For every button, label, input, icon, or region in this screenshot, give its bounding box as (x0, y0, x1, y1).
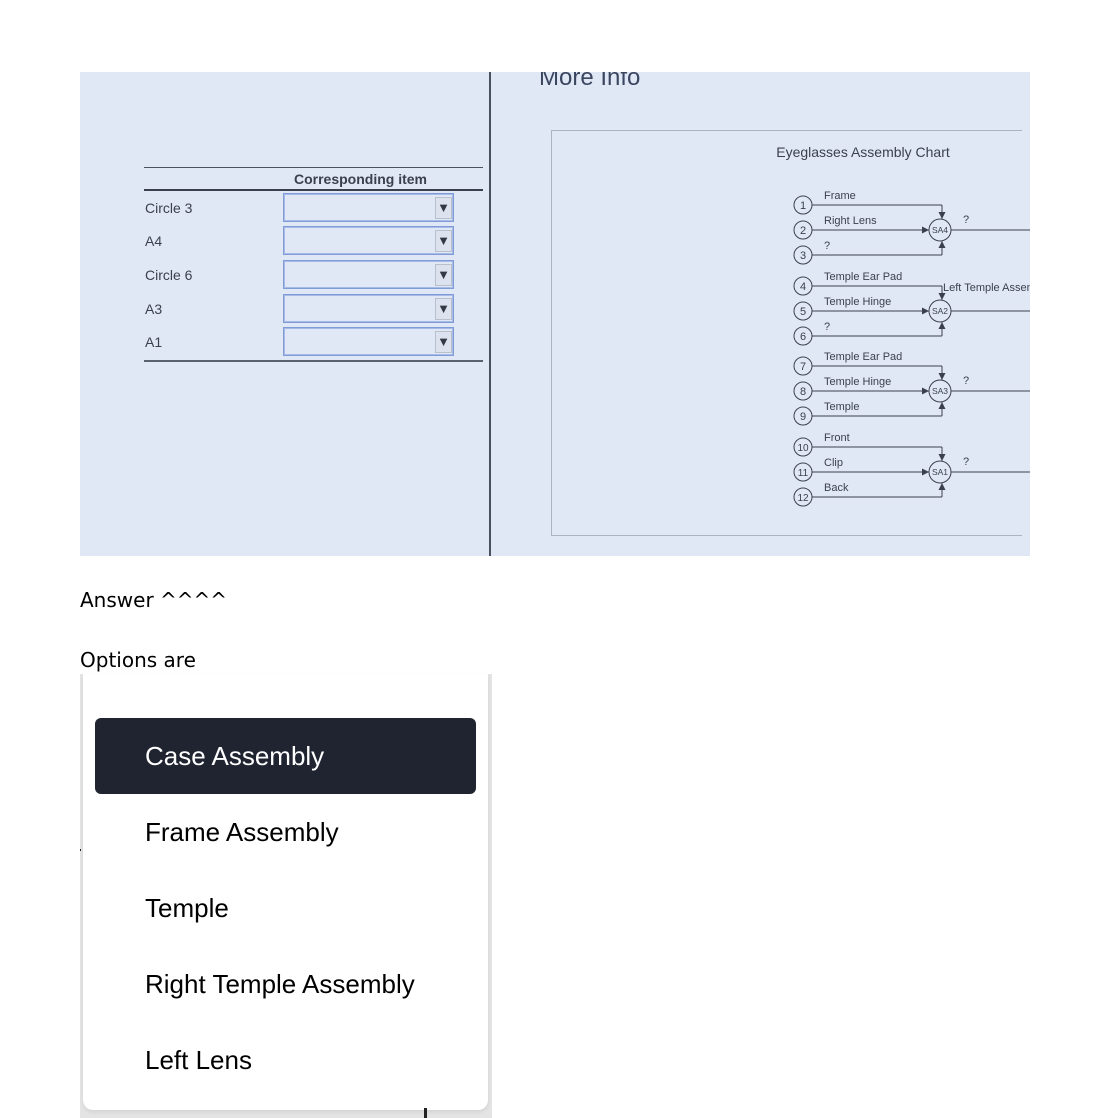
table-bottom-rule (144, 360, 483, 362)
row-label: Circle 3 (145, 200, 193, 216)
column-header: Corresponding item (294, 171, 428, 187)
option-item[interactable]: Frame Assembly (95, 794, 476, 870)
subassembly-output-label: ? (963, 456, 969, 468)
dropdown-arrow-icon[interactable]: ▼ (435, 298, 452, 320)
corresponding-item-select[interactable]: ▼ (283, 193, 454, 222)
input-label: Temple (824, 401, 859, 413)
subassembly-output-label: ? (963, 214, 969, 226)
input-label: Temple Hinge (824, 296, 891, 308)
subassembly-label: SA2 (932, 306, 948, 316)
dropdown-arrow-icon[interactable]: ▼ (435, 230, 452, 252)
row-label: A1 (145, 334, 163, 350)
table-top-rule (144, 167, 483, 168)
input-node-number: 5 (800, 306, 806, 318)
assembly-chart: Eyeglasses Assembly Chart 1 Frame 2 Right L… (776, 144, 1030, 507)
input-label: Right Lens (824, 215, 877, 227)
option-item[interactable]: Temple (95, 870, 476, 946)
input-label: Temple Ear Pad (824, 351, 902, 363)
table-row: Circle 3 ▼ (144, 192, 483, 225)
option-item[interactable]: Left Lens (95, 1022, 476, 1098)
corresponding-item-select[interactable]: ▼ (283, 260, 454, 289)
input-label: Clip (824, 457, 843, 469)
input-label: Front (824, 432, 850, 444)
input-label: ? (824, 321, 830, 333)
input-node-number: 3 (800, 250, 806, 262)
input-node-number: 1 (800, 200, 806, 212)
panel-divider[interactable] (489, 72, 491, 556)
input-node-number: 7 (800, 361, 806, 373)
question-panel: Corresponding item Circle 3 ▼ A4 ▼ Circl… (80, 72, 1030, 556)
row-label: A3 (145, 301, 163, 317)
header-rule (144, 189, 483, 191)
dropdown-arrow-icon[interactable]: ▼ (435, 197, 452, 219)
table-row: A1 ▼ (144, 326, 483, 359)
input-node-number: 11 (798, 468, 809, 479)
input-label: Temple Hinge (824, 376, 891, 388)
corresponding-item-select[interactable]: ▼ (283, 294, 454, 323)
input-node-number: 10 (797, 443, 809, 454)
table-row: Circle 6 ▼ (144, 259, 483, 292)
table-row: A3 ▼ (144, 293, 483, 326)
option-item[interactable]: Case Assembly (95, 718, 476, 794)
options-dropdown: Case Assembly Frame Assembly Temple Righ… (83, 674, 488, 1110)
answer-text: Answer ^^^^ (80, 588, 228, 612)
row-label: Circle 6 (145, 267, 193, 283)
input-label: Temple Ear Pad (824, 271, 902, 283)
dropdown-arrow-icon[interactable]: ▼ (435, 264, 452, 286)
subassembly-label: SA3 (932, 386, 948, 396)
input-node-number: 12 (797, 493, 809, 504)
corresponding-item-select[interactable]: ▼ (283, 327, 454, 356)
input-node-number: 8 (800, 386, 806, 398)
table-row: A4 ▼ (144, 225, 483, 258)
scroll-tick (424, 1108, 427, 1118)
row-label: A4 (145, 233, 163, 249)
subassembly-label: SA4 (932, 225, 948, 235)
chart-title: Eyeglasses Assembly Chart (776, 144, 950, 160)
options-label: Options are (80, 648, 196, 672)
input-label: Back (824, 482, 849, 494)
input-label: Frame (824, 190, 856, 202)
input-node-number: 4 (800, 281, 806, 293)
input-node-number: 9 (800, 411, 806, 423)
input-node-number: 6 (800, 331, 806, 343)
dropdown-arrow-icon[interactable]: ▼ (435, 331, 452, 353)
corresponding-item-select[interactable]: ▼ (283, 226, 454, 255)
more-info-title: More Info (539, 72, 641, 91)
input-node-number: 2 (800, 225, 806, 237)
stray-mark (80, 849, 81, 851)
input-label: ? (824, 240, 830, 252)
subassembly-output-label: ? (963, 375, 969, 387)
subassembly-output-label: Left Temple Assembly (943, 282, 1030, 294)
subassembly-label: SA1 (932, 467, 948, 477)
option-item[interactable]: Right Temple Assembly (95, 946, 476, 1022)
